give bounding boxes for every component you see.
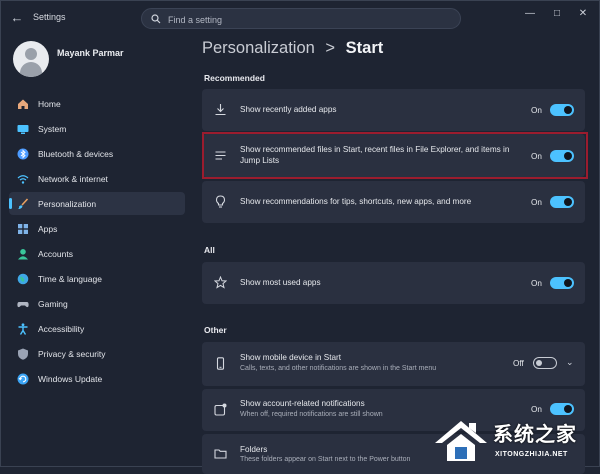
section-title-other: Other bbox=[204, 325, 227, 335]
search-icon bbox=[151, 14, 161, 24]
setting-row-recently-added[interactable]: Show recently added apps On bbox=[202, 89, 585, 131]
sidebar-item-label: Gaming bbox=[38, 298, 68, 309]
sidebar-item-system[interactable]: System bbox=[9, 117, 185, 140]
setting-label: Show account-related notifications bbox=[240, 399, 365, 408]
shield-icon bbox=[17, 348, 29, 360]
house-logo-icon bbox=[435, 421, 487, 461]
title-bar: ← Settings — □ ✕ bbox=[1, 1, 600, 35]
sidebar-item-label: Privacy & security bbox=[38, 348, 106, 359]
star-icon bbox=[213, 275, 228, 294]
sidebar-item-label: Windows Update bbox=[38, 373, 103, 384]
sidebar-item-accounts[interactable]: Accounts bbox=[9, 242, 185, 265]
toggle-state: Off bbox=[513, 359, 524, 368]
breadcrumb-separator: > bbox=[325, 39, 336, 57]
setting-label: Show most used apps bbox=[240, 278, 321, 287]
setting-row-recommended-files[interactable]: Show recommended files in Start, recent … bbox=[202, 134, 585, 177]
system-icon bbox=[17, 123, 29, 135]
toggle-state: On bbox=[531, 279, 542, 288]
sidebar-item-gaming[interactable]: Gaming bbox=[9, 292, 185, 315]
watermark-chinese: 系统之家 bbox=[493, 424, 577, 446]
toggle-switch[interactable] bbox=[550, 277, 574, 289]
apps-icon bbox=[17, 223, 29, 235]
sidebar-item-windows-update[interactable]: Windows Update bbox=[9, 367, 185, 390]
sidebar-item-time-language[interactable]: Time & language bbox=[9, 267, 185, 290]
sidebar-nav: Home System Bluetooth & devices Network … bbox=[9, 92, 185, 392]
setting-description: When off, required notifications are sti… bbox=[240, 411, 383, 418]
folder-icon bbox=[214, 447, 227, 465]
maximize-icon[interactable]: □ bbox=[546, 7, 568, 21]
sidebar-item-label: Accounts bbox=[38, 248, 73, 259]
setting-row-tips[interactable]: Show recommendations for tips, shortcuts… bbox=[202, 181, 585, 223]
setting-label: Show recently added apps bbox=[240, 105, 337, 114]
sidebar-item-label: Personalization bbox=[38, 198, 97, 209]
home-icon bbox=[17, 98, 29, 110]
download-icon bbox=[214, 103, 227, 121]
sidebar-item-label: Network & internet bbox=[38, 173, 108, 184]
update-icon bbox=[17, 373, 29, 385]
search-input[interactable] bbox=[166, 11, 450, 28]
section-title-all: All bbox=[204, 245, 215, 255]
section-title-recommended: Recommended bbox=[204, 73, 265, 83]
user-name: Mayank Parmar bbox=[57, 48, 124, 58]
window-title: Settings bbox=[33, 12, 66, 22]
setting-label: Show recommended files in Start, recent … bbox=[240, 145, 510, 165]
setting-row-most-used[interactable]: Show most used apps On bbox=[202, 262, 585, 304]
search-box[interactable] bbox=[141, 8, 461, 29]
accounts-icon bbox=[17, 248, 29, 260]
back-arrow-icon[interactable]: ← bbox=[9, 10, 25, 26]
sidebar-item-label: Apps bbox=[38, 223, 58, 234]
gaming-icon bbox=[17, 298, 29, 310]
watermark-latin: XITONGZHIJIA.NET bbox=[495, 451, 568, 458]
sidebar-item-apps[interactable]: Apps bbox=[9, 217, 185, 240]
sidebar-item-label: Home bbox=[38, 98, 61, 109]
toggle-state: On bbox=[531, 405, 542, 414]
sidebar-item-home[interactable]: Home bbox=[9, 92, 185, 115]
notification-badge-icon bbox=[214, 403, 227, 421]
wifi-icon bbox=[17, 173, 29, 185]
chevron-down-icon[interactable]: ⌄ bbox=[566, 357, 574, 368]
setting-label: Show recommendations for tips, shortcuts… bbox=[240, 197, 472, 206]
setting-row-mobile-device[interactable]: Show mobile device in Start Calls, texts… bbox=[202, 342, 585, 386]
toggle-state: On bbox=[531, 152, 542, 161]
phone-icon bbox=[214, 357, 227, 375]
toggle-switch[interactable] bbox=[550, 403, 574, 415]
sidebar-item-bluetooth[interactable]: Bluetooth & devices bbox=[9, 142, 185, 165]
minimize-icon[interactable]: — bbox=[519, 7, 541, 21]
breadcrumb-parent[interactable]: Personalization bbox=[202, 39, 315, 57]
brush-icon bbox=[17, 197, 29, 210]
sidebar-item-label: System bbox=[38, 123, 67, 134]
sidebar-item-label: Bluetooth & devices bbox=[38, 148, 114, 159]
toggle-switch[interactable] bbox=[533, 357, 557, 369]
toggle-switch[interactable] bbox=[550, 104, 574, 116]
setting-label: Folders bbox=[240, 445, 268, 454]
lightbulb-icon bbox=[214, 195, 227, 213]
toggle-switch[interactable] bbox=[550, 196, 574, 208]
close-icon[interactable]: ✕ bbox=[572, 7, 594, 21]
bluetooth-icon bbox=[17, 148, 29, 160]
page-title: Start bbox=[345, 39, 384, 57]
list-icon bbox=[214, 149, 227, 167]
sidebar-item-personalization[interactable]: Personalization bbox=[9, 192, 185, 215]
sidebar-item-network[interactable]: Network & internet bbox=[9, 167, 185, 190]
sidebar-item-privacy[interactable]: Privacy & security bbox=[9, 342, 185, 365]
accessibility-icon bbox=[17, 322, 29, 335]
setting-label: Show mobile device in Start bbox=[240, 353, 342, 362]
sidebar-item-label: Accessibility bbox=[38, 323, 85, 334]
toggle-state: On bbox=[531, 106, 542, 115]
setting-description: Calls, texts, and other notifications ar… bbox=[240, 365, 437, 372]
toggle-switch[interactable] bbox=[550, 150, 574, 162]
avatar[interactable] bbox=[13, 41, 49, 77]
watermark: 系统之家 XITONGZHIJIA.NET bbox=[431, 415, 600, 468]
sidebar-item-label: Time & language bbox=[38, 273, 102, 284]
globe-icon bbox=[17, 273, 29, 285]
setting-description: These folders appear on Start next to th… bbox=[240, 456, 411, 463]
settings-window: ← Settings — □ ✕ Mayank Parmar Home bbox=[0, 0, 600, 474]
toggle-state: On bbox=[531, 198, 542, 207]
breadcrumb: Personalization > Start bbox=[202, 39, 383, 58]
sidebar-item-accessibility[interactable]: Accessibility bbox=[9, 317, 185, 340]
